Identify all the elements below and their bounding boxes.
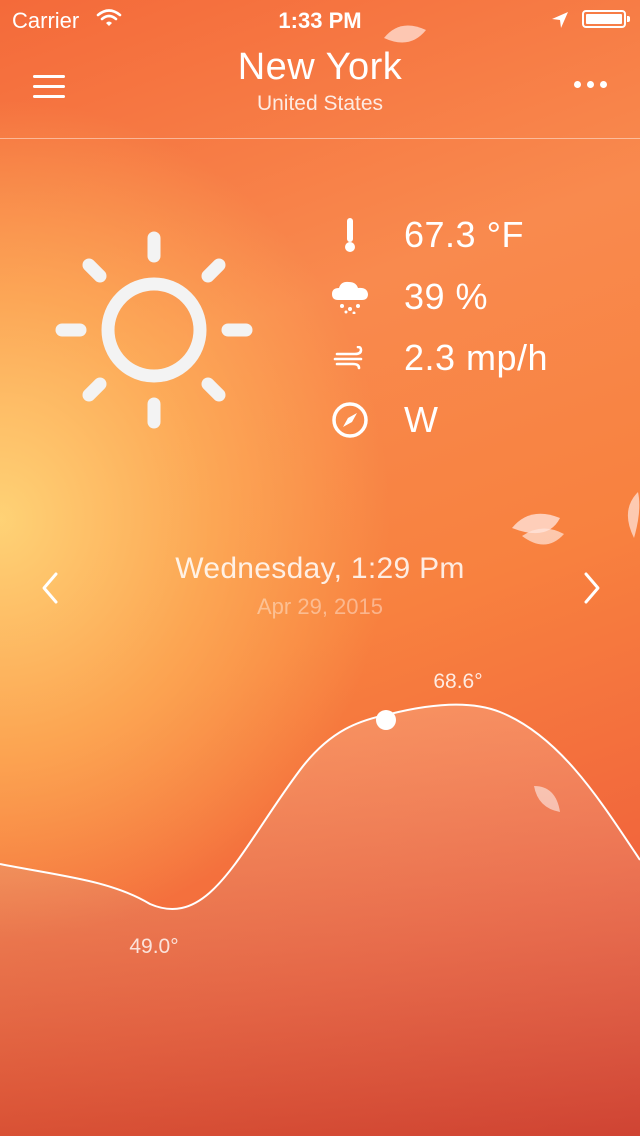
petal-decoration <box>512 513 564 545</box>
chart-min-label: 49.0° <box>129 935 178 958</box>
chart-max-label: 68.6° <box>433 670 482 693</box>
thermometer-icon <box>326 211 374 259</box>
sun-icon <box>55 231 253 429</box>
petal-decoration <box>384 25 426 43</box>
petal-decoration <box>627 492 640 538</box>
more-button[interactable] <box>566 72 614 96</box>
header-divider <box>0 138 640 139</box>
city-title[interactable]: New York <box>0 46 640 89</box>
status-time: 1:33 PM <box>278 8 362 33</box>
humidity-row: 39 % <box>326 272 626 322</box>
rain-cloud-icon <box>326 273 374 321</box>
chart-current-point[interactable] <box>376 710 396 730</box>
more-icon <box>573 80 581 88</box>
temperature-value: 67.3 °F <box>404 214 524 255</box>
compass-icon <box>326 396 374 444</box>
wind-icon <box>326 334 374 382</box>
humidity-value: 39 % <box>404 276 489 317</box>
temperature-chart[interactable]: 68.6° 49.0° <box>0 640 640 1136</box>
country-subtitle: United States <box>256 92 384 115</box>
direction-value: W <box>404 399 439 440</box>
date-subtitle: Apr 29, 2015 <box>257 594 383 619</box>
direction-row: W <box>326 395 626 445</box>
status-bar: Carrier 1:33 PM <box>0 0 640 40</box>
location-arrow-icon <box>550 10 570 36</box>
battery-icon <box>582 10 630 28</box>
date-title: Wednesday, 1:29 Pm <box>175 552 465 585</box>
chevron-right-icon <box>584 572 600 604</box>
next-button[interactable] <box>572 566 612 610</box>
wind-value: 2.3 mp/h <box>404 337 549 378</box>
temperature-row: 67.3 °F <box>326 210 626 260</box>
wind-row: 2.3 mp/h <box>326 333 626 383</box>
chart-area <box>0 704 640 1136</box>
